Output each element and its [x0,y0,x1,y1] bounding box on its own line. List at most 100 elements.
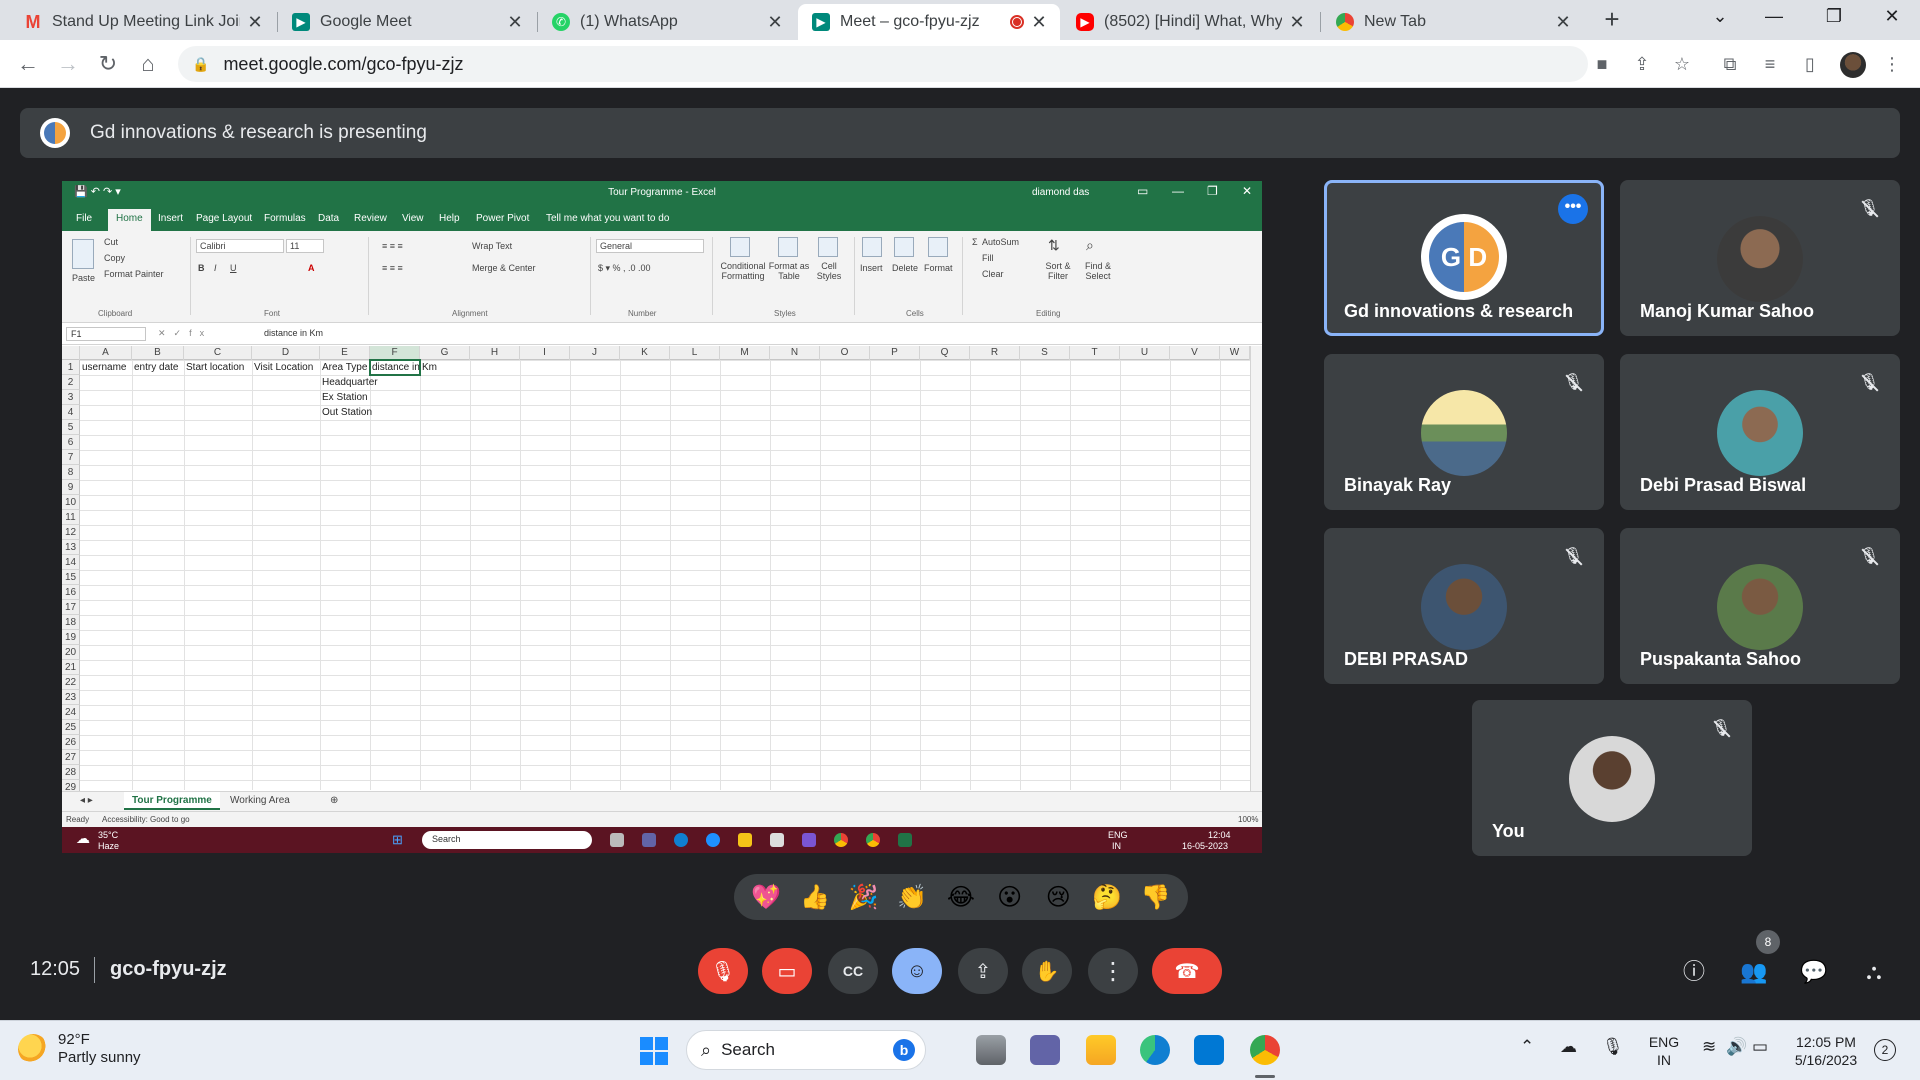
paste-icon [72,239,94,269]
reaction-laugh[interactable]: 😂 [939,883,983,912]
column-header: A [80,346,132,360]
row-header: 1 [62,360,80,375]
tab-google-meet[interactable]: ▶ Google Meet ✕ [278,4,536,40]
more-options-icon[interactable]: ••• [1558,194,1588,224]
reaction-thumbs-down[interactable]: 👎 [1134,883,1178,912]
volume-icon[interactable]: 🔊 [1726,1037,1747,1057]
grid-line [132,360,133,790]
edge-icon[interactable] [1140,1035,1170,1065]
meeting-details-info-icon[interactable]: ⓘ [1676,954,1712,990]
inner-explorer-icon [738,833,752,847]
bookmark-star-icon[interactable]: ☆ [1668,50,1696,78]
participant-tile[interactable]: 🎙 Puspakanta Sahoo [1620,528,1900,684]
reaction-thinking[interactable]: 🤔 [1085,883,1129,912]
close-tab-icon[interactable]: ✕ [506,12,524,33]
column-header: C [184,346,252,360]
grid-line [970,360,971,790]
extensions-puzzle-icon[interactable]: ⧉ [1716,50,1744,78]
wifi-icon[interactable]: ≋ [1702,1037,1716,1057]
tab-meet-active[interactable]: ▶ Meet – gco-fpyu-zjz ✕ [798,4,1060,40]
present-screen-button[interactable]: ⇪ [958,948,1008,994]
windows-start-icon[interactable] [640,1037,668,1065]
people-icon[interactable]: 👥 [1736,954,1772,990]
minimize-icon[interactable]: — [1754,6,1794,27]
tab-whatsapp[interactable]: ✆ (1) WhatsApp ✕ [538,4,796,40]
taskbar-search-box[interactable]: ⌕ Search b [686,1030,926,1070]
participant-tile[interactable]: 🎙 Manoj Kumar Sahoo [1620,180,1900,336]
participant-tile-self[interactable]: 🎙 You [1472,700,1752,856]
browser-toolbar: ← → ↻ ⌂ 🔒 meet.google.com/gco-fpyu-zjz ■… [0,40,1920,88]
address-bar[interactable]: 🔒 meet.google.com/gco-fpyu-zjz [178,46,1588,82]
close-tab-icon[interactable]: ✕ [1554,12,1572,33]
column-header: D [252,346,320,360]
participant-tile[interactable]: 🎙 Debi Prasad Biswal [1620,354,1900,510]
share-icon[interactable]: ⇪ [1628,50,1656,78]
tab-youtube[interactable]: ▶ (8502) [Hindi] What, Why A ✕ [1062,4,1318,40]
gd-logo-icon: G D [1429,222,1499,292]
home-icon[interactable]: ⌂ [134,50,162,78]
teams-chat-icon[interactable] [1030,1035,1060,1065]
reaction-party[interactable]: 🎉 [842,883,886,912]
more-options-button[interactable]: ⋮ [1088,948,1138,994]
close-tab-icon[interactable]: ✕ [1030,12,1048,33]
onedrive-cloud-icon[interactable]: ☁ [1560,1037,1577,1057]
reactions-button[interactable]: ☺ [892,948,942,994]
reaction-clap[interactable]: 👏 [890,883,934,912]
captions-button[interactable]: CC [828,948,878,994]
notification-count-badge[interactable]: 2 [1874,1039,1896,1061]
close-window-icon[interactable]: ✕ [1872,6,1912,27]
row-header: 12 [62,525,80,540]
avatar [1717,564,1803,650]
file-explorer-icon[interactable] [1086,1035,1116,1065]
chrome-icon[interactable] [1250,1035,1280,1065]
profile-avatar[interactable] [1840,52,1866,78]
camera-toggle-button[interactable]: ▭ [762,948,812,994]
reaction-surprised[interactable]: 😮 [988,883,1032,912]
restore-icon[interactable]: ❐ [1814,6,1854,27]
ribbon-separator [190,237,191,315]
reaction-sad[interactable]: 😢 [1036,883,1080,912]
font-name-box: Calibri [196,239,284,253]
raise-hand-button[interactable]: ✋ [1022,948,1072,994]
new-tab-plus-icon[interactable]: + [1598,6,1626,34]
tab-gmail[interactable]: M Stand Up Meeting Link Join ✕ [10,4,276,40]
close-tab-icon[interactable]: ✕ [766,12,784,33]
avatar [1421,564,1507,650]
reload-icon[interactable]: ↻ [94,50,122,78]
excel-tab-page-layout: Page Layout [196,213,253,224]
participant-name: Gd innovations & research [1344,301,1574,321]
battery-icon[interactable]: ▭ [1752,1037,1768,1057]
mic-toggle-button[interactable]: 🎙 [698,948,748,994]
forward-arrow-icon[interactable]: → [54,50,82,78]
tab-search-chevron-icon[interactable]: ⌄ [1700,6,1740,27]
activities-icon[interactable]: ⛬ [1856,954,1892,990]
reaction-heart[interactable]: 💖 [744,883,788,912]
task-view-icon[interactable] [976,1035,1006,1065]
show-hidden-icons-chevron-icon[interactable]: ⌃ [1520,1037,1534,1057]
clock-widget[interactable]: 12:05 PM 5/16/2023 [1786,1033,1866,1069]
add-sheet-icon: ⊕ [330,795,339,806]
number-format-box: General [596,239,704,253]
chat-icon[interactable]: 💬 [1796,954,1832,990]
close-tab-icon[interactable]: ✕ [1288,12,1306,33]
leave-call-button[interactable]: ☎ [1152,948,1222,994]
participant-tile[interactable]: 🎙 Binayak Ray [1324,354,1604,510]
side-panel-icon[interactable]: ▯ [1796,50,1824,78]
close-tab-icon[interactable]: ✕ [246,12,264,33]
sheet-nav-arrows: ◂ ▸ [80,795,93,806]
participant-tile[interactable]: G D ••• Gd innovations & research [1324,180,1604,336]
media-queue-icon[interactable]: ≡ [1756,50,1784,78]
reaction-thumbs-up[interactable]: 👍 [793,883,837,912]
browser-menu-icon[interactable]: ⋮ [1878,50,1906,78]
status-ready: Ready [66,815,90,824]
participant-tile[interactable]: 🎙 DEBI PRASAD [1324,528,1604,684]
microphone-icon[interactable]: 🎙 [1602,1037,1624,1057]
column-header: S [1020,346,1070,360]
youtube-icon: ▶ [1076,13,1094,31]
language-indicator[interactable]: ENG IN [1644,1033,1684,1069]
weather-widget[interactable]: 92°F Partly sunny [18,1031,141,1067]
remote-desktop-icon[interactable] [1194,1035,1224,1065]
tab-new-tab[interactable]: New Tab ✕ [1322,4,1584,40]
back-arrow-icon[interactable]: ← [14,50,42,78]
camera-in-use-icon[interactable]: ■ [1588,50,1616,78]
